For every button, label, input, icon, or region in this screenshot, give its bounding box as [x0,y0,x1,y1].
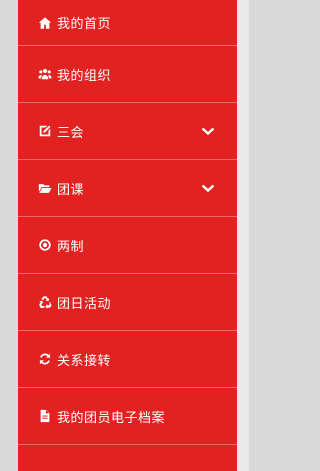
sidebar-bottom-edge [18,456,237,471]
menu-list: 我的首页 我的组织 三会 团课 两制 团日活动 关系接转 我的团员电子档案 [18,0,237,445]
sidebar-item-label: 我的组织 [57,68,112,84]
sidebar-item-label: 团课 [57,182,85,198]
sidebar-item-liangzhi[interactable]: 两制 [18,217,237,274]
home-icon [37,15,53,31]
chevron-down-icon[interactable] [200,123,216,139]
refresh-icon [37,351,53,367]
sidebar-item-label: 关系接转 [57,353,112,369]
sidebar-item-label: 三会 [57,125,85,141]
sidebar-item-relation-transfer[interactable]: 关系接转 [18,331,237,388]
recycle-icon [37,294,53,310]
sidebar-item-label: 我的首页 [57,17,112,32]
users-icon [37,66,53,82]
edit-icon [37,123,53,139]
sidebar-item-home[interactable]: 我的首页 [18,0,237,46]
sidebar-item-organization[interactable]: 我的组织 [18,46,237,103]
sidebar-item-label: 两制 [57,239,85,255]
radio-icon [37,237,53,253]
folder-open-icon [37,180,53,196]
sidebar-item-label: 我的团员电子档案 [57,410,166,426]
file-icon [37,408,53,424]
page: 我的首页 我的组织 三会 团课 两制 团日活动 关系接转 我的团员电子档案 [0,0,249,471]
sidebar-item-my-member-archive[interactable]: 我的团员电子档案 [18,388,237,445]
chevron-down-icon[interactable] [200,180,216,196]
sidebar-item-label: 团日活动 [57,296,112,312]
sidebar-item-tuanri-activity[interactable]: 团日活动 [18,274,237,331]
sidebar-item-tuanke[interactable]: 团课 [18,160,237,217]
sidebar-item-sanhui[interactable]: 三会 [18,103,237,160]
scrollbar-gutter [237,0,249,471]
sidebar-menu: 我的首页 我的组织 三会 团课 两制 团日活动 关系接转 我的团员电子档案 [18,0,237,456]
